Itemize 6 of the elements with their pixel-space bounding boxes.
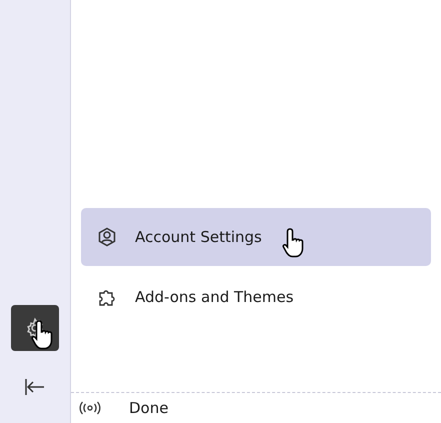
- menu-item[interactable]: Add-ons and Themes: [81, 272, 431, 322]
- broadcast-icon: [79, 401, 101, 415]
- menu-item[interactable]: Account Settings: [81, 208, 431, 266]
- account-icon: [97, 227, 117, 247]
- collapse-icon[interactable]: [23, 377, 47, 397]
- status-text: Done: [129, 399, 168, 417]
